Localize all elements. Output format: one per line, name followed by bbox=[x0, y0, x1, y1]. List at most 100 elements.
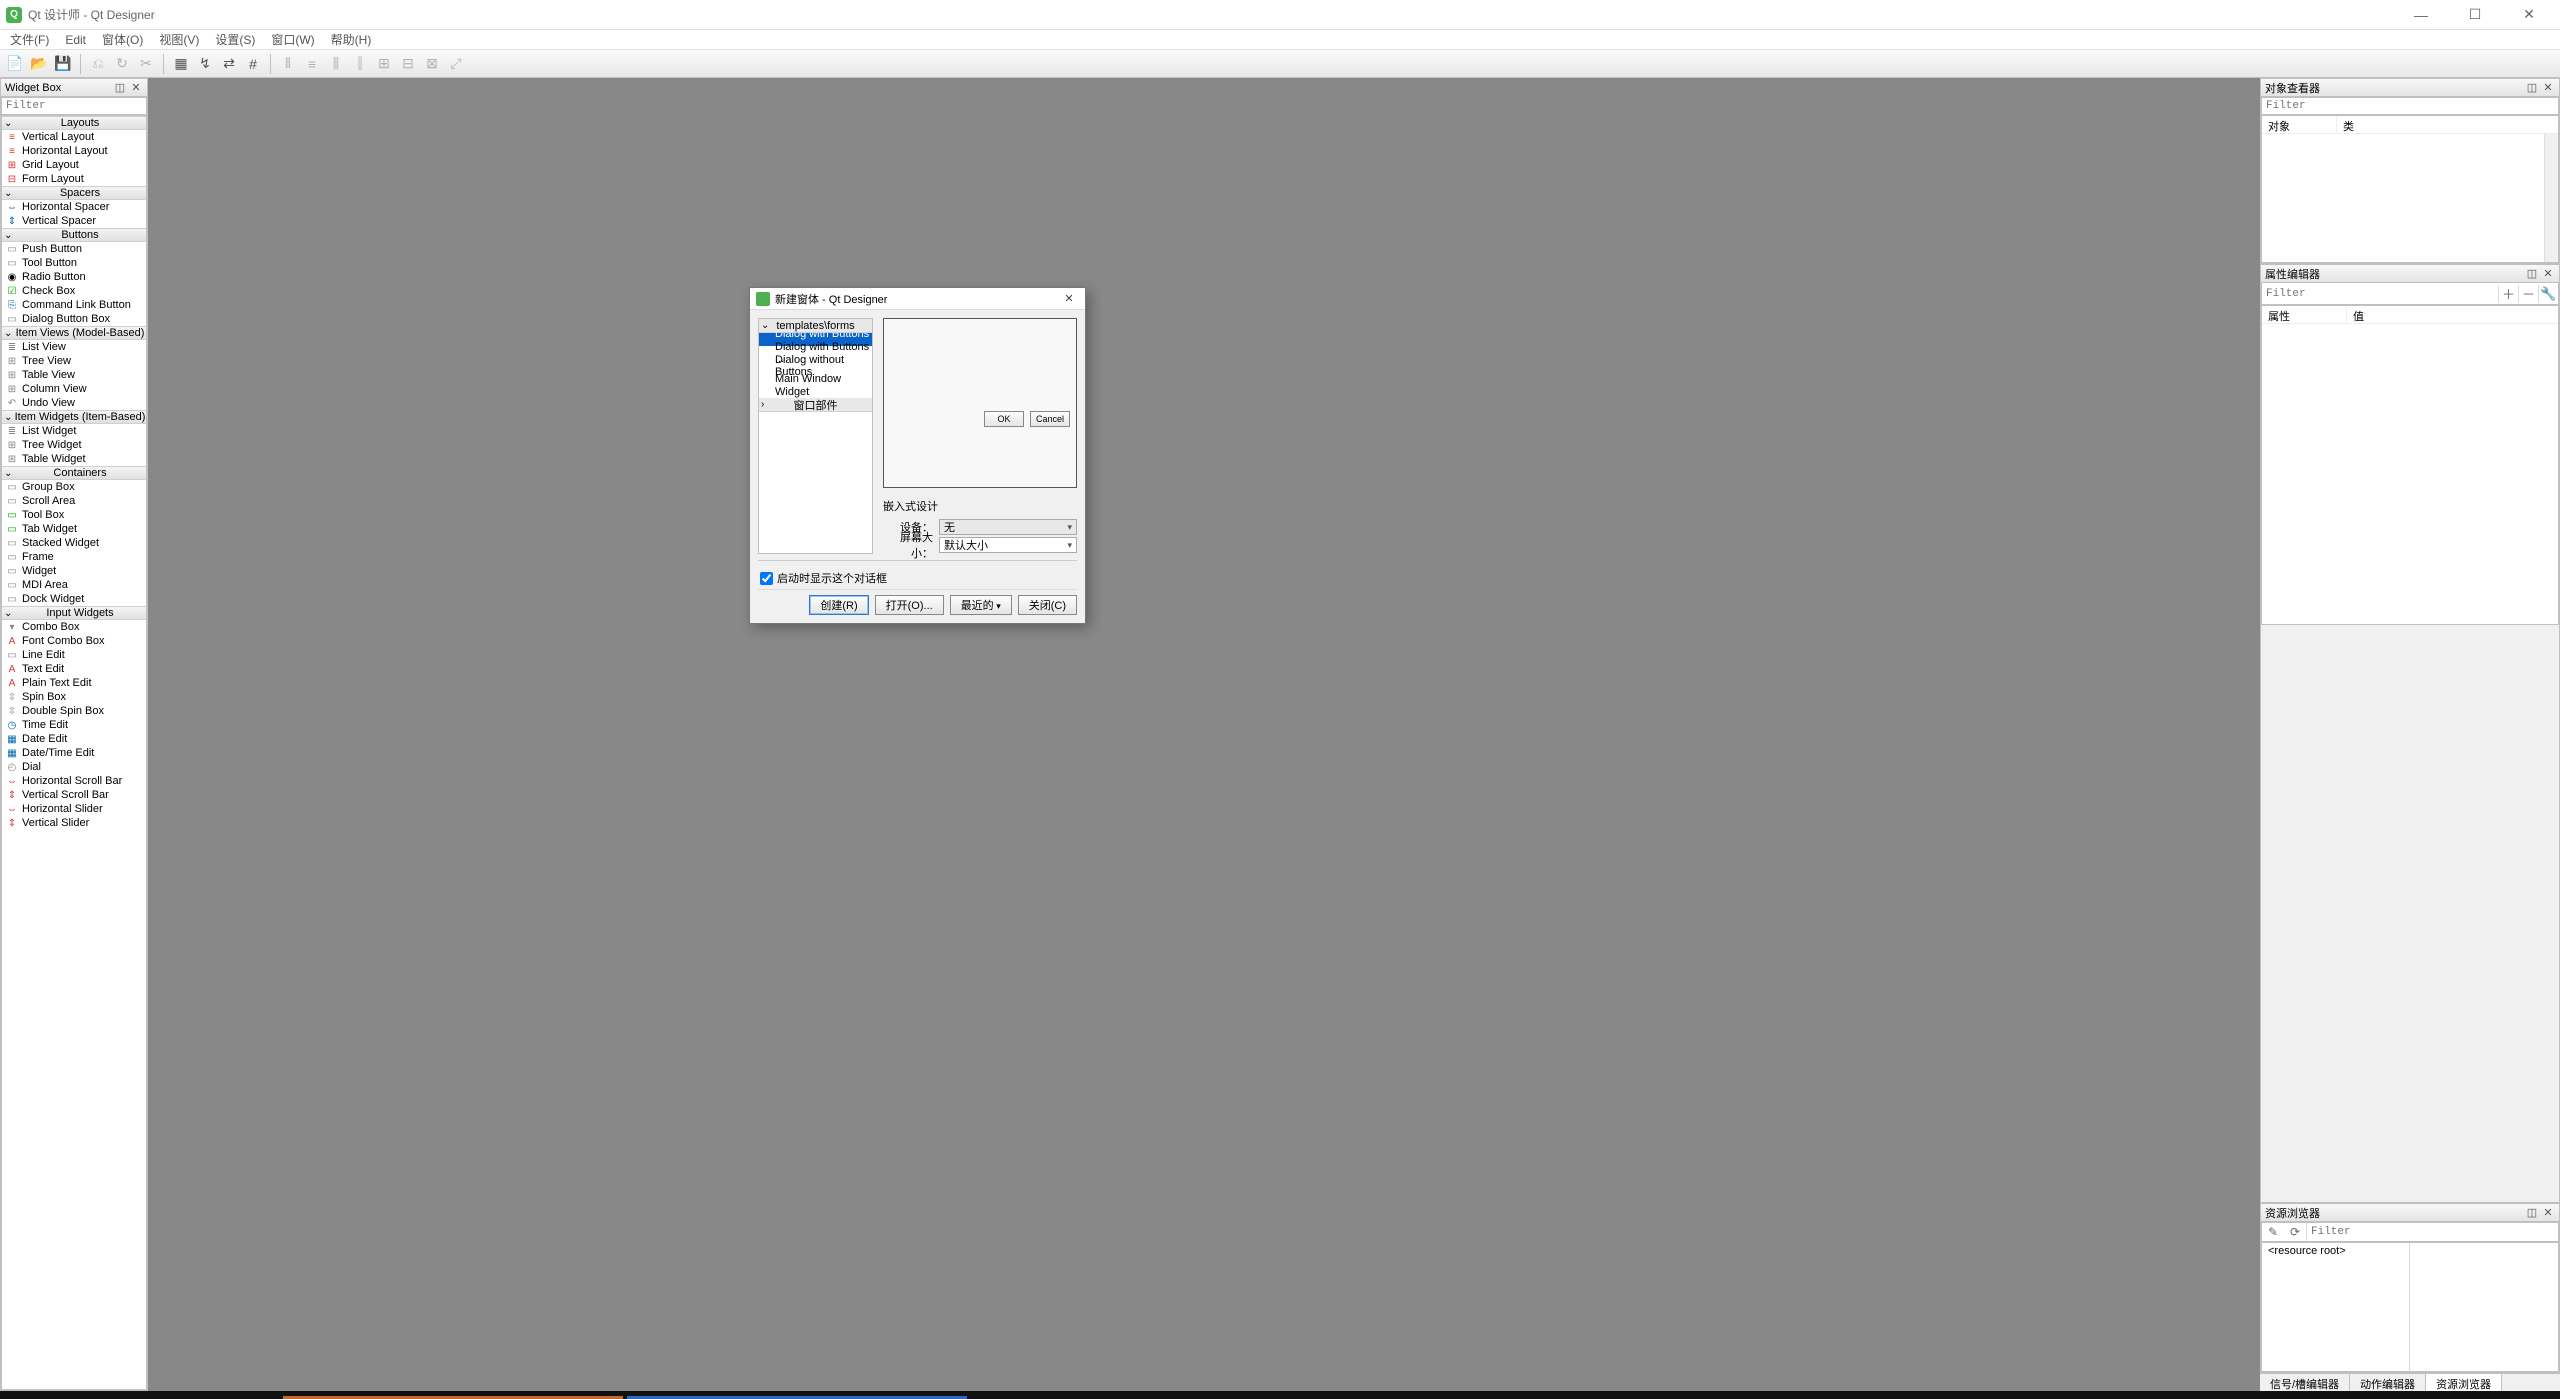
widget-item[interactable]: ▭Dialog Button Box bbox=[2, 312, 146, 326]
edit-widgets-icon[interactable]: ▦ bbox=[170, 53, 192, 75]
widget-item[interactable]: ⊞Column View bbox=[2, 382, 146, 396]
widget-item[interactable]: ⇔Horizontal Scroll Bar bbox=[2, 774, 146, 788]
break-layout-icon[interactable]: ⊠ bbox=[421, 53, 443, 75]
adjust-size-icon[interactable]: ⤢ bbox=[445, 53, 467, 75]
widget-item[interactable]: ≣List Widget bbox=[2, 424, 146, 438]
widget-item[interactable]: ⊞Tree Widget bbox=[2, 438, 146, 452]
widget-item[interactable]: ≣List View bbox=[2, 340, 146, 354]
widget-item[interactable]: ◉Radio Button bbox=[2, 270, 146, 284]
scrollbar[interactable] bbox=[2544, 134, 2558, 262]
window-minimize-icon[interactable]: — bbox=[2406, 5, 2436, 25]
widget-category[interactable]: ⌄Spacers bbox=[2, 186, 146, 200]
widget-item[interactable]: ⊞Tree View bbox=[2, 354, 146, 368]
object-inspector-tree[interactable]: 对象 类 bbox=[2261, 115, 2559, 263]
layout-v-icon[interactable]: ≡ bbox=[301, 53, 323, 75]
create-button[interactable]: 创建(R) bbox=[809, 595, 868, 615]
widget-item[interactable]: APlain Text Edit bbox=[2, 676, 146, 690]
widget-category[interactable]: ⌄Containers bbox=[2, 466, 146, 480]
layout-h-icon[interactable]: ⫴ bbox=[277, 53, 299, 75]
widget-item[interactable]: ▦Date/Time Edit bbox=[2, 746, 146, 760]
template-item[interactable]: Dialog without Buttons bbox=[759, 359, 872, 372]
widget-item[interactable]: ▭Widget bbox=[2, 564, 146, 578]
recent-button[interactable]: 最近的 bbox=[950, 595, 1012, 615]
widget-item[interactable]: ⇕Vertical Slider bbox=[2, 816, 146, 830]
property-tree[interactable]: 属性 值 bbox=[2261, 305, 2559, 625]
class-column-header[interactable]: 类 bbox=[2337, 116, 2360, 133]
new-file-icon[interactable]: 📄 bbox=[4, 53, 26, 75]
widget-item[interactable]: ▭Group Box bbox=[2, 480, 146, 494]
save-file-icon[interactable]: 💾 bbox=[52, 53, 74, 75]
dock-float-icon[interactable]: ◫ bbox=[2525, 1206, 2539, 1220]
widget-item[interactable]: ≡Horizontal Layout bbox=[2, 144, 146, 158]
widget-item[interactable]: AText Edit bbox=[2, 662, 146, 676]
tree-group-widgets[interactable]: ›窗口部件 bbox=[759, 398, 872, 412]
widget-category[interactable]: ⌄Input Widgets bbox=[2, 606, 146, 620]
dock-float-icon[interactable]: ◫ bbox=[2525, 81, 2539, 95]
layout-grid-icon[interactable]: ⊞ bbox=[373, 53, 395, 75]
widget-category[interactable]: ⌄Buttons bbox=[2, 228, 146, 242]
tab-resource-browser[interactable]: 资源浏览器 bbox=[2426, 1374, 2502, 1391]
dialog-title-bar[interactable]: 新建窗体 - Qt Designer ✕ bbox=[750, 288, 1085, 310]
screen-size-select[interactable]: 默认大小 bbox=[939, 537, 1077, 553]
widget-item[interactable]: ⊞Grid Layout bbox=[2, 158, 146, 172]
widget-item[interactable]: ⇔Horizontal Spacer bbox=[2, 200, 146, 214]
resource-tree[interactable]: <resource root> bbox=[2261, 1242, 2559, 1372]
dock-close-icon[interactable]: ✕ bbox=[2541, 1206, 2555, 1220]
object-inspector-filter-input[interactable] bbox=[2261, 97, 2559, 115]
widget-item[interactable]: ▭Tool Box bbox=[2, 508, 146, 522]
layout-form-icon[interactable]: ⊟ bbox=[397, 53, 419, 75]
property-settings-icon[interactable]: 🔧 bbox=[2538, 285, 2558, 303]
widget-item[interactable]: AFont Combo Box bbox=[2, 634, 146, 648]
widget-item[interactable]: ▭Stacked Widget bbox=[2, 536, 146, 550]
widget-item[interactable]: ↶Undo View bbox=[2, 396, 146, 410]
dock-float-icon[interactable]: ◫ bbox=[2525, 267, 2539, 281]
menu-item[interactable]: 文件(F) bbox=[4, 31, 55, 48]
widget-item[interactable]: ▭Line Edit bbox=[2, 648, 146, 662]
device-select[interactable]: 无 bbox=[939, 519, 1077, 535]
dock-close-icon[interactable]: ✕ bbox=[2541, 81, 2555, 95]
widget-item[interactable]: ☑Check Box bbox=[2, 284, 146, 298]
window-maximize-icon[interactable]: ☐ bbox=[2460, 5, 2490, 25]
menu-item[interactable]: 设置(S) bbox=[209, 31, 261, 48]
value-column-header[interactable]: 值 bbox=[2347, 306, 2370, 323]
widget-item[interactable]: ▾Combo Box bbox=[2, 620, 146, 634]
widget-item[interactable]: ◴Dial bbox=[2, 760, 146, 774]
template-tree[interactable]: ⌄templates\forms Dialog with Buttons ...… bbox=[758, 318, 873, 554]
menu-item[interactable]: 窗体(O) bbox=[96, 31, 149, 48]
widget-box-list[interactable]: ⌄Layouts≡Vertical Layout≡Horizontal Layo… bbox=[1, 115, 147, 1390]
widget-item[interactable]: ▭Tool Button bbox=[2, 256, 146, 270]
edit-resources-icon[interactable]: ✎ bbox=[2262, 1225, 2284, 1239]
menu-item[interactable]: 视图(V) bbox=[153, 31, 205, 48]
window-close-icon[interactable]: ✕ bbox=[2514, 5, 2544, 25]
menu-item[interactable]: 窗口(W) bbox=[265, 31, 320, 48]
widget-item[interactable]: ≡Vertical Layout bbox=[2, 130, 146, 144]
undo-icon[interactable]: ⎌ bbox=[87, 53, 109, 75]
widget-item[interactable]: ⎘Command Link Button bbox=[2, 298, 146, 312]
widget-item[interactable]: ⊞Table View bbox=[2, 368, 146, 382]
close-button[interactable]: 关闭(C) bbox=[1018, 595, 1077, 615]
reload-resources-icon[interactable]: ⟳ bbox=[2284, 1225, 2306, 1239]
widget-item[interactable]: ◷Time Edit bbox=[2, 718, 146, 732]
widget-item[interactable]: ⇳Spin Box bbox=[2, 690, 146, 704]
menu-item[interactable]: 帮助(H) bbox=[325, 31, 378, 48]
widget-item[interactable]: ⊟Form Layout bbox=[2, 172, 146, 186]
widget-category[interactable]: ⌄Layouts bbox=[2, 116, 146, 130]
widget-category[interactable]: ⌄Item Widgets (Item-Based) bbox=[2, 410, 146, 424]
menu-item[interactable]: Edit bbox=[59, 33, 92, 47]
property-column-header[interactable]: 属性 bbox=[2262, 306, 2347, 323]
resource-filter-input[interactable] bbox=[2306, 1223, 2558, 1241]
windows-taskbar[interactable] bbox=[0, 1391, 2560, 1399]
layout-vsplit-icon[interactable]: ⫿ bbox=[349, 53, 371, 75]
widget-item[interactable]: ▭Tab Widget bbox=[2, 522, 146, 536]
widget-item[interactable]: ⇳Double Spin Box bbox=[2, 704, 146, 718]
widget-item[interactable]: ⊞Table Widget bbox=[2, 452, 146, 466]
widget-item[interactable]: ⇕Vertical Spacer bbox=[2, 214, 146, 228]
open-file-icon[interactable]: 📂 bbox=[28, 53, 50, 75]
edit-tab-order-icon[interactable]: # bbox=[242, 53, 264, 75]
widget-item[interactable]: ⇕Vertical Scroll Bar bbox=[2, 788, 146, 802]
add-dynamic-property-icon[interactable]: ＋ bbox=[2498, 285, 2518, 303]
edit-buddies-icon[interactable]: ⇄ bbox=[218, 53, 240, 75]
widget-item[interactable]: ▭Scroll Area bbox=[2, 494, 146, 508]
cut-icon[interactable]: ✂ bbox=[135, 53, 157, 75]
widget-item[interactable]: ▭MDI Area bbox=[2, 578, 146, 592]
